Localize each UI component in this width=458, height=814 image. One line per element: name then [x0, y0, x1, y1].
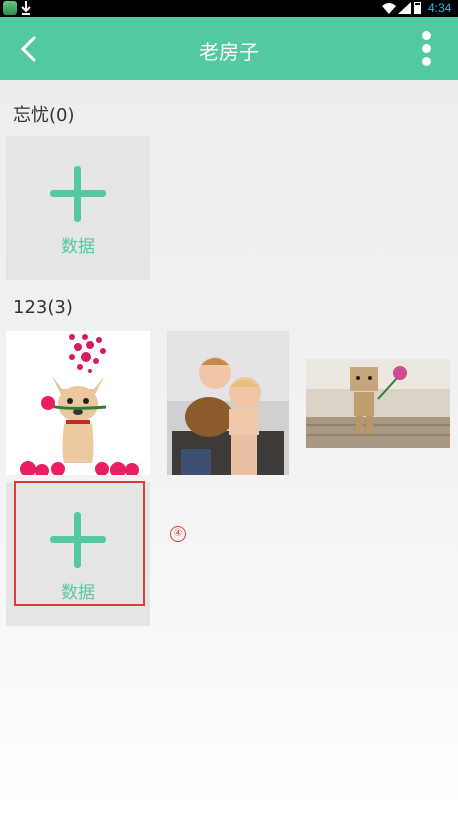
- add-data-label: 数据: [61, 237, 95, 257]
- app-bar: 老房子: [0, 17, 458, 80]
- highlight-box: [14, 481, 145, 606]
- section-title-wangyou: 忘忧(0): [13, 105, 75, 126]
- chihuahua-roses-photo[interactable]: [6, 331, 150, 475]
- add-data-button[interactable]: 数据: [6, 136, 150, 280]
- battery-icon: [414, 2, 421, 14]
- more-options-button[interactable]: [412, 29, 442, 69]
- danbo-flower-photo[interactable]: [306, 359, 450, 448]
- signal-icon: [398, 2, 411, 14]
- annotation-marker: ④: [170, 526, 186, 542]
- download-icon: [21, 1, 31, 15]
- more-vertical-icon: [422, 44, 431, 53]
- more-vertical-icon: [422, 31, 431, 40]
- status-time: 4:34: [428, 1, 452, 15]
- wifi-icon: [382, 3, 396, 14]
- page-title: 老房子: [199, 40, 259, 64]
- more-vertical-icon: [422, 57, 431, 66]
- section-title-123: 123(3): [13, 297, 73, 318]
- plus-icon: [50, 166, 106, 222]
- status-bar: 4:34: [0, 0, 458, 17]
- app-icon: [3, 1, 17, 15]
- children-with-basket-photo[interactable]: [167, 331, 289, 475]
